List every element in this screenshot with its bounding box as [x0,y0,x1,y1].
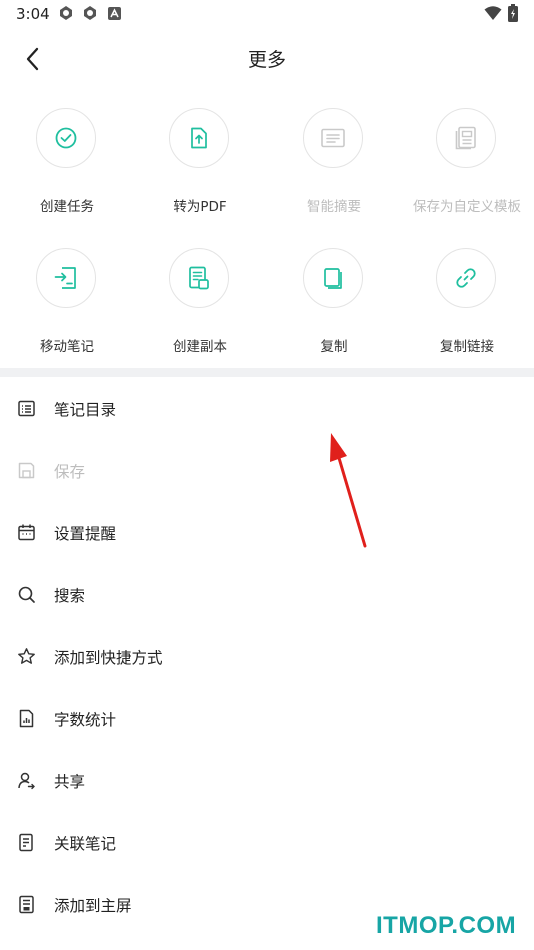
grid-label: 智能摘要 [307,199,361,215]
battery-icon [508,4,518,22]
menu-label: 保存 [54,463,86,481]
menu-item-word-count[interactable]: 字数统计 [0,687,534,749]
create-copy-icon [189,266,209,290]
menu-label: 设置提醒 [54,525,117,543]
grid-item-copy[interactable]: 复制 [267,240,401,360]
menu-label: 添加到主屏 [54,897,132,915]
grid-label: 创建副本 [173,339,227,355]
star-icon [18,648,35,664]
menu-label: 笔记目录 [54,401,117,419]
smart-summary-icon [321,128,345,148]
move-note-icon [54,267,76,289]
grid-item-create-copy[interactable]: 创建副本 [133,240,267,360]
save-template-button [436,108,496,168]
menu-label: 搜索 [54,587,86,605]
action-grid: 创建任务 转为PDF 智能摘要 保存为自定义模板 移动笔记 创建副本 复制 复制… [0,100,534,362]
toc-icon [18,400,35,417]
menu-item-save: 保存 [0,439,534,501]
grid-item-save-template: 保存为自定义模板 [400,100,534,220]
grid-label: 复制 [320,339,348,355]
convert-pdf-button[interactable] [169,108,229,168]
grid-item-create-task[interactable]: 创建任务 [0,100,134,220]
section-divider [0,368,534,377]
watermark: ITMOP.COM [376,912,517,939]
notification-icon [84,6,96,20]
top-bar: 更多 [0,32,534,86]
menu-item-toc[interactable]: 笔记目录 [0,377,534,439]
save-template-icon [455,126,476,150]
copy-link-icon [456,268,476,288]
menu-label: 关联笔记 [54,835,117,853]
grid-label: 转为PDF [173,199,227,215]
menu-label: 共享 [54,773,86,791]
grid-item-move-note[interactable]: 移动笔记 [0,240,134,360]
wifi-icon [484,6,502,20]
status-bar: 3:04 [0,0,534,28]
smart-summary-button [303,108,363,168]
notification-icon [60,6,72,20]
grid-label: 保存为自定义模板 [413,199,521,215]
word-count-icon [19,709,34,728]
grid-item-smart-summary: 智能摘要 [267,100,401,220]
create-copy-button[interactable] [169,248,229,308]
menu-item-share[interactable]: 共享 [0,749,534,811]
calendar-icon [18,524,35,541]
copy-icon [324,268,342,289]
move-note-button[interactable] [36,248,96,308]
menu-item-linked-note[interactable]: 关联笔记 [0,811,534,873]
menu-label: 字数统计 [54,711,117,729]
copy-link-button[interactable] [436,248,496,308]
menu-label: 添加到快捷方式 [54,649,163,667]
status-time: 3:04 [16,5,50,23]
save-icon [18,462,35,479]
linked-note-icon [19,833,33,852]
convert-pdf-icon [191,127,207,149]
grid-label: 复制链接 [440,339,494,355]
menu-item-reminder[interactable]: 设置提醒 [0,501,534,563]
create-task-icon [55,127,77,149]
create-task-button[interactable] [36,108,96,168]
search-icon [18,586,35,603]
page-title: 更多 [247,49,286,71]
grid-item-copy-link[interactable]: 复制链接 [400,240,534,360]
grid-item-convert-pdf[interactable]: 转为PDF [133,100,267,220]
copy-button[interactable] [303,248,363,308]
app-notification-icon [108,7,121,20]
home-screen-icon [19,895,34,914]
menu-item-search[interactable]: 搜索 [0,563,534,625]
menu-item-shortcut[interactable]: 添加到快捷方式 [0,625,534,687]
share-user-icon [18,772,35,790]
